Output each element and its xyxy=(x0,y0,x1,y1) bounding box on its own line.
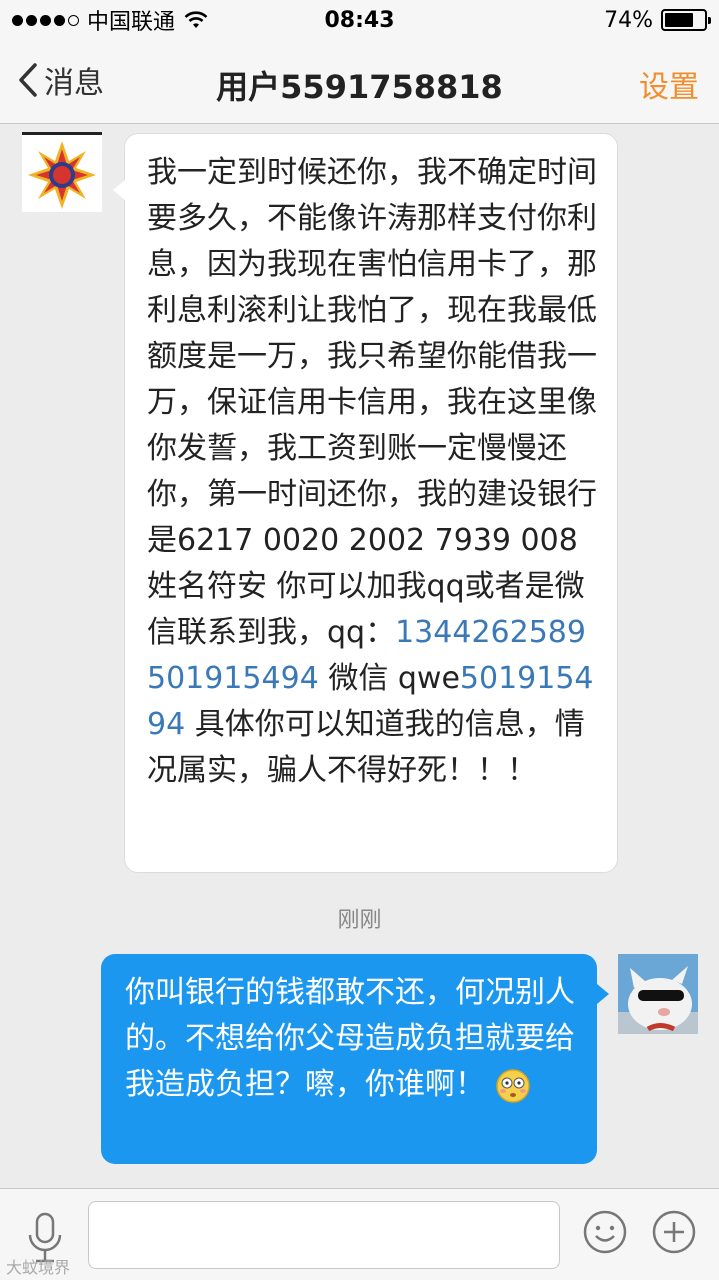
status-bar: 中国联通 08:43 74% xyxy=(0,0,719,40)
outgoing-message-bubble[interactable]: 你叫银行的钱都敢不还，何况别人的。不想给你父母造成负担就要给我造成负担？嚓，你谁… xyxy=(101,954,609,1164)
signal-strength-icon xyxy=(12,14,79,26)
carrier-name: 中国联通 xyxy=(87,10,176,35)
back-label: 消息 xyxy=(44,66,104,101)
status-left: 中国联通 xyxy=(12,4,209,36)
page-title: 用户5591758818 xyxy=(216,68,503,106)
cat-sunglasses-avatar-icon xyxy=(618,954,698,1034)
incoming-message-end: 具体你可以知道我的信息，情况属实，骗人不得好死！！！ xyxy=(147,707,585,788)
plus-icon xyxy=(652,1210,696,1254)
chevron-left-icon xyxy=(19,63,37,97)
more-options-button[interactable] xyxy=(651,1209,697,1255)
qq-number-link[interactable]: 1344262589 xyxy=(395,615,586,650)
battery-icon xyxy=(661,9,711,31)
incoming-message-text: 我一定到时候还你，我不确定时间要多久，不能像许涛那样支付你利息，因为我现在害怕信… xyxy=(147,155,597,650)
back-button[interactable]: 消息 xyxy=(16,58,104,102)
input-bar xyxy=(0,1188,719,1280)
sunburst-avatar-icon xyxy=(22,135,102,212)
incoming-message-bubble[interactable]: 我一定到时候还你，我不确定时间要多久，不能像许涛那样支付你利息，因为我现在害怕信… xyxy=(113,133,618,873)
number-link[interactable]: 501915494 xyxy=(147,661,319,696)
watermark: 大蚊境界 xyxy=(6,1258,71,1277)
battery-percent: 74% xyxy=(604,7,653,33)
emoji-button[interactable] xyxy=(582,1209,628,1255)
smiley-icon xyxy=(583,1210,627,1254)
settings-button[interactable]: 设置 xyxy=(639,62,699,106)
sender-avatar[interactable] xyxy=(22,132,102,212)
wifi-icon xyxy=(184,11,208,28)
incoming-message-middle: 微信 qwe xyxy=(318,661,460,696)
message-input[interactable] xyxy=(88,1201,560,1269)
status-right: 74% xyxy=(604,7,711,33)
user-avatar[interactable] xyxy=(618,954,698,1034)
battery-level xyxy=(665,13,694,27)
flushed-emoji-icon xyxy=(495,1068,530,1103)
message-timestamp: 刚刚 xyxy=(337,908,382,933)
nav-bar: 消息 用户5591758818 设置 xyxy=(0,40,719,124)
